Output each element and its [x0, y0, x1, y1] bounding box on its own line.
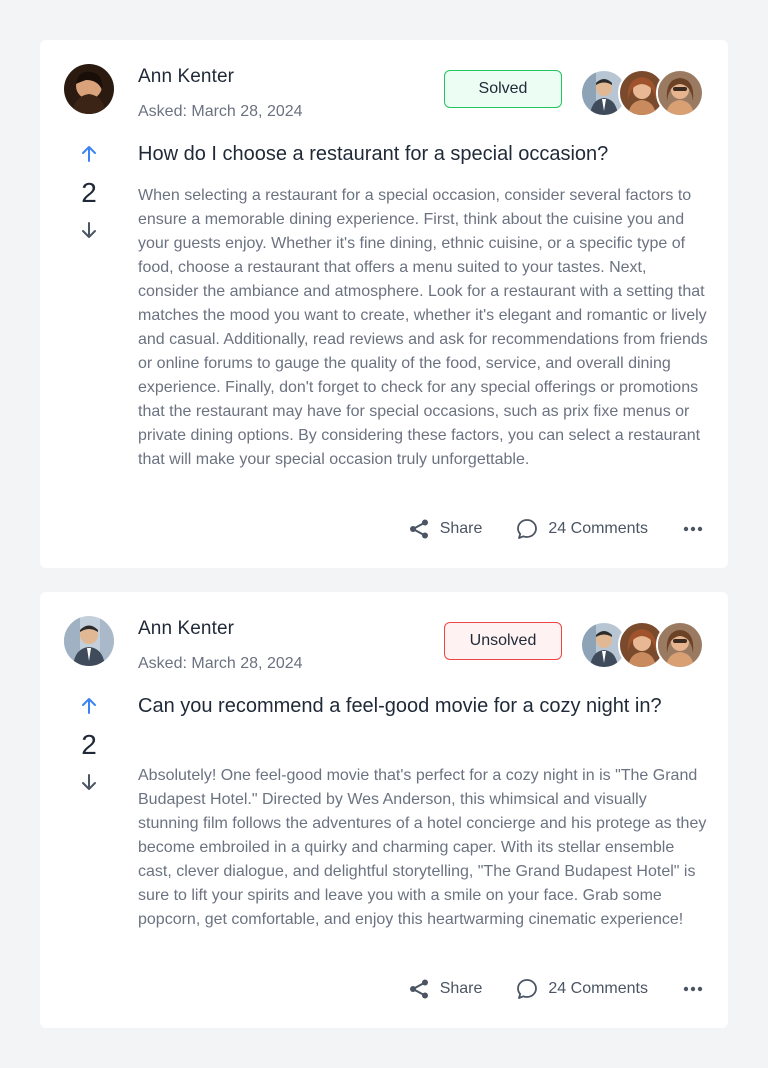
comments-label: 24 Comments	[548, 520, 648, 537]
question-card: Ann Kenter Asked: March 28, 2024 Unsolve…	[40, 592, 728, 1028]
question-actions: Share 24 Comments	[408, 978, 704, 1000]
status-badge: Unsolved	[444, 622, 562, 660]
comment-icon	[517, 979, 538, 999]
arrow-up-icon[interactable]	[79, 696, 99, 716]
share-label: Share	[439, 520, 483, 537]
more-button[interactable]	[682, 518, 704, 540]
comment-icon	[517, 519, 538, 539]
vote-count: 2	[81, 729, 97, 760]
share-icon	[409, 979, 428, 999]
question-title[interactable]: How do I choose a restaurant for a speci…	[138, 140, 708, 168]
vote-control: 2	[64, 696, 114, 792]
asked-date: Asked: March 28, 2024	[138, 655, 303, 672]
more-horizontal-icon	[683, 526, 703, 532]
more-button[interactable]	[682, 978, 704, 1000]
more-horizontal-icon	[683, 986, 703, 992]
question-body: Absolutely! One feel-good movie that's p…	[138, 767, 707, 928]
share-button[interactable]: Share	[408, 978, 483, 1000]
author-avatar[interactable]	[64, 616, 114, 666]
author-avatar[interactable]	[64, 64, 114, 114]
comments-button[interactable]: 24 Comments	[516, 518, 648, 540]
share-icon	[409, 519, 428, 539]
vote-control: 2	[64, 144, 114, 240]
comments-button[interactable]: 24 Comments	[516, 978, 648, 1000]
arrow-up-icon[interactable]	[79, 144, 99, 164]
comments-label: 24 Comments	[548, 980, 648, 997]
author-name[interactable]: Ann Kenter	[138, 618, 234, 640]
question-body: When selecting a restaurant for a specia…	[138, 187, 708, 468]
participant-avatars[interactable]	[580, 621, 704, 669]
share-label: Share	[439, 980, 483, 997]
arrow-down-icon[interactable]	[79, 772, 99, 792]
question-title[interactable]: Can you recommend a feel-good movie for …	[138, 692, 708, 720]
question-card: Ann Kenter Asked: March 28, 2024 Solved	[40, 40, 728, 568]
participant-avatars[interactable]	[580, 69, 704, 117]
question-actions: Share 24 Comments	[408, 518, 704, 540]
author-name[interactable]: Ann Kenter	[138, 66, 234, 88]
participant-avatar[interactable]	[656, 621, 704, 669]
share-button[interactable]: Share	[408, 518, 483, 540]
asked-date: Asked: March 28, 2024	[138, 103, 303, 120]
vote-count: 2	[81, 177, 97, 208]
participant-avatar[interactable]	[656, 69, 704, 117]
arrow-down-icon[interactable]	[79, 220, 99, 240]
status-badge: Solved	[444, 70, 562, 108]
